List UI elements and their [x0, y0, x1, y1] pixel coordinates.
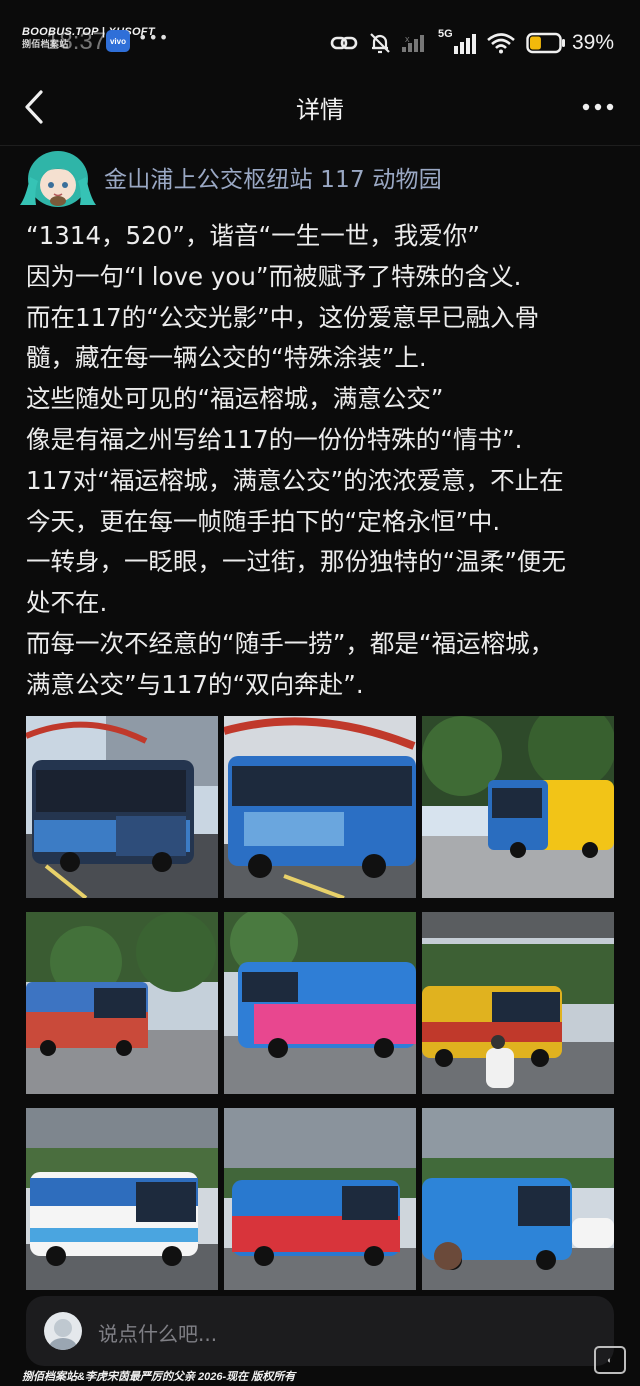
bus-photo-3[interactable] [422, 716, 614, 898]
bus-photo-2[interactable] [224, 716, 416, 898]
page-title: 详情 [296, 96, 344, 124]
link-icon [330, 36, 358, 50]
network-5g-signal: 5G [438, 28, 476, 56]
post-line: 像是有福之州写给117的一份份特殊的“情书”. [26, 424, 523, 454]
post-header: 金山浦上公交枢纽站 117 动物园 [16, 145, 624, 207]
post-line: 满意公交”与117的“双向奔赴”. [26, 669, 364, 699]
signal-strong-icon [453, 34, 476, 54]
notification-more-icon: ••• [138, 28, 170, 47]
post-line: 而在117的“公交光影”中，这份爱意早已融入骨 [26, 302, 540, 332]
post-line: 今天，更在每一帧随手拍下的“定格永恒”中. [26, 506, 501, 536]
bell-muted-icon [370, 33, 390, 54]
battery-indicator: 39% [526, 31, 614, 55]
watermark-top: BOOBUS.TOP | XHSOFT 捌佰档案站 [22, 26, 155, 49]
post-line: 因为一句“I love you”而被赋予了特殊的含义. [26, 261, 522, 291]
signal-weak-icon: x [401, 34, 424, 52]
post-line: 117对“福运榕城，满意公交”的浓浓爱意，不止在 [26, 465, 564, 495]
watermark-top-line1: BOOBUS.TOP | XHSOFT [22, 26, 155, 38]
wifi-icon [487, 33, 515, 54]
post-line: 而每一次不经意的“随手一捞”，都是“福运榕城， [26, 628, 555, 658]
watermark-top-line2: 捌佰档案站 [22, 38, 69, 49]
post-line: “1314，520”，谐音“一生一世，我爱你” [26, 221, 480, 250]
user-avatar [44, 1312, 82, 1350]
comment-input[interactable]: 说点什么吧... [26, 1296, 614, 1366]
corner-logo-icon: ◐ [594, 1346, 626, 1374]
post-line: 一转身，一眨眼，一过街，那份独特的“温柔”便无 [26, 547, 566, 577]
bus-photo-5[interactable] [224, 912, 416, 1094]
battery-percent: 39% [571, 31, 614, 54]
vivo-app-icon: vivo [106, 30, 130, 52]
post-line: 处不在. [26, 588, 108, 618]
bus-photo-6[interactable] [422, 912, 614, 1094]
navigation-bar: 详情 [0, 70, 640, 146]
post-line: 这些随处可见的“福运榕城，满意公交” [26, 384, 444, 414]
battery-icon [526, 32, 565, 54]
more-options-button[interactable] [578, 92, 618, 122]
bus-photo-4[interactable] [26, 912, 218, 1094]
avatar[interactable] [18, 147, 98, 207]
bus-photo-7[interactable] [26, 1108, 218, 1290]
status-icons: x 5G 39% [330, 28, 614, 58]
bus-photo-9[interactable] [422, 1108, 614, 1290]
group-name-link[interactable]: 金山浦上公交枢纽站 117 动物园 [104, 160, 442, 194]
status-bar: 18:37 BOOBUS.TOP | XHSOFT 捌佰档案站 vivo •••… [0, 0, 640, 70]
svg-text:x: x [405, 34, 410, 44]
more-horizontal-icon [582, 103, 614, 111]
anime-avatar-image [20, 151, 96, 207]
bus-photo-8[interactable] [224, 1108, 416, 1290]
post-line: 髓，藏在每一辆公交的“特殊涂装”上. [26, 343, 427, 373]
comment-placeholder: 说点什么吧... [98, 1322, 218, 1346]
post-body: “1314，520”，谐音“一生一世，我爱你” 因为一句“I love you”… [26, 216, 626, 706]
watermark-bottom: 捌佰档案站&李虎宋茵最严厉的父亲 2026-现在 版权所有 [22, 1371, 296, 1383]
user-avatar-image [44, 1312, 82, 1350]
photo-grid [26, 716, 614, 1290]
bus-photo-1[interactable] [26, 716, 218, 898]
